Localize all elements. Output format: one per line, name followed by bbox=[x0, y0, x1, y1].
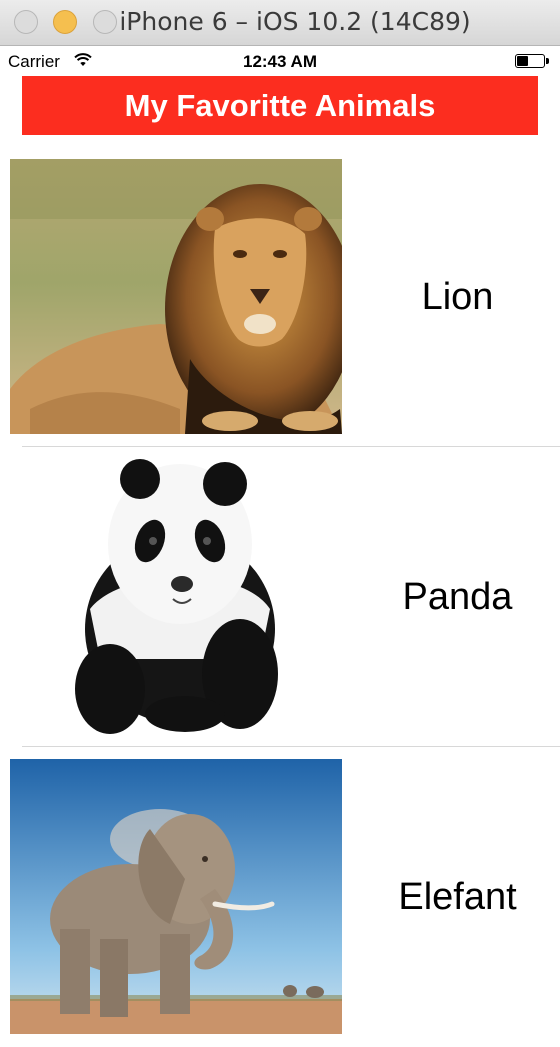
table-row[interactable]: Lion bbox=[0, 147, 560, 447]
lion-image bbox=[10, 159, 342, 434]
animal-name-lion: Lion bbox=[421, 275, 494, 318]
table-row[interactable]: Elefant bbox=[0, 747, 560, 1047]
elephant-image bbox=[10, 759, 342, 1034]
battery-icon bbox=[515, 54, 549, 68]
table-row[interactable]: Panda bbox=[0, 447, 560, 747]
status-time: 12:43 AM bbox=[242, 52, 317, 71]
window-titlebar: iPhone 6 – iOS 10.2 (14C89) bbox=[0, 0, 560, 46]
animal-name-elefant: Elefant bbox=[398, 875, 517, 918]
animal-name-panda: Panda bbox=[402, 575, 513, 618]
battery-level bbox=[517, 56, 529, 66]
panda-image bbox=[10, 459, 342, 734]
status-bar: Carrier 12:43 AM bbox=[0, 47, 560, 73]
page-title: My Favoritte Animals bbox=[22, 76, 538, 135]
window-title: iPhone 6 – iOS 10.2 (14C89) bbox=[119, 7, 471, 36]
